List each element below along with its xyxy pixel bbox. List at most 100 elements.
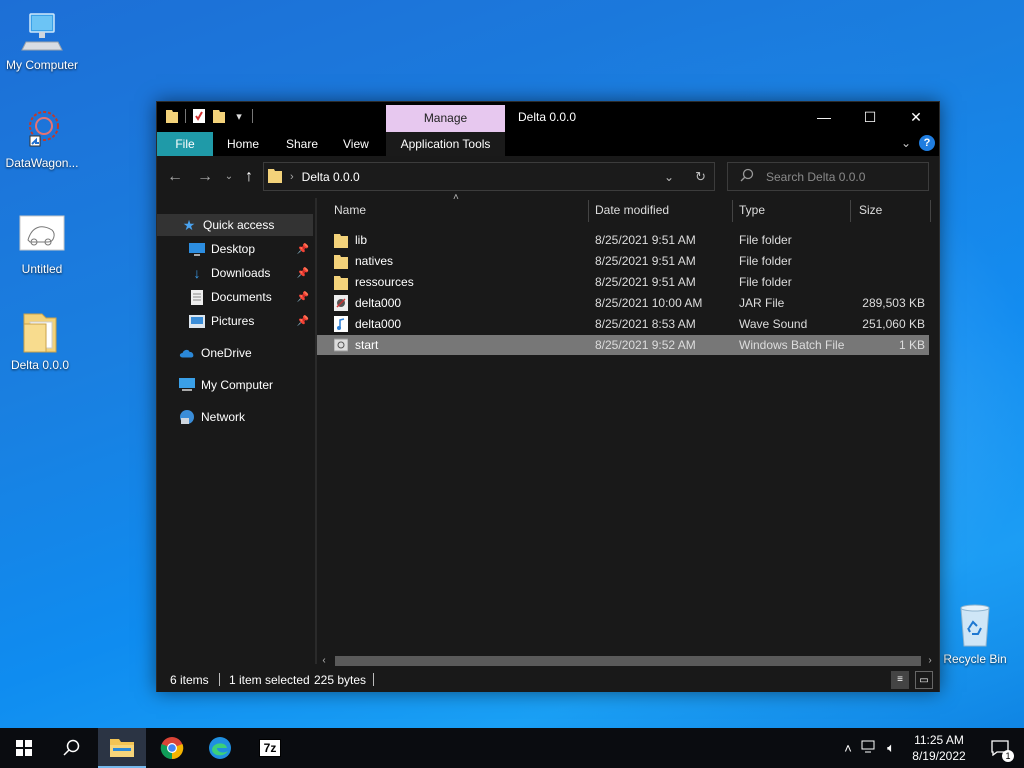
- nav-item-label: My Computer: [201, 378, 274, 392]
- network-icon[interactable]: [858, 740, 880, 757]
- desktop-icon-untitled[interactable]: Untitled: [0, 212, 84, 276]
- tab-view[interactable]: View: [331, 132, 381, 156]
- address-dropdown-icon[interactable]: ⌄: [664, 170, 674, 184]
- pin-icon[interactable]: 📌: [297, 244, 309, 255]
- new-folder-icon[interactable]: [212, 108, 226, 124]
- download-arrow-icon: ↓: [193, 265, 201, 281]
- column-header-type[interactable]: Type: [734, 198, 850, 222]
- file-row-selected[interactable]: start 8/25/2021 9:52 AM Windows Batch Fi…: [317, 335, 929, 355]
- nav-item-downloads[interactable]: ↓ Downloads 📌: [157, 262, 313, 284]
- desktop-icon-recycle-bin[interactable]: Recycle Bin: [933, 602, 1017, 666]
- scroll-left-icon[interactable]: ‹: [317, 654, 331, 668]
- tab-share[interactable]: Share: [274, 132, 330, 156]
- nav-item-label: OneDrive: [201, 346, 252, 360]
- taskbar-edge[interactable]: [196, 728, 244, 768]
- search-box[interactable]: [727, 162, 929, 191]
- show-hidden-icons-icon[interactable]: ˄: [838, 741, 858, 756]
- refresh-icon[interactable]: ↻: [695, 169, 706, 185]
- folder-icon: [165, 108, 179, 124]
- file-row[interactable]: lib 8/25/2021 9:51 AM File folder: [329, 230, 929, 250]
- file-size: [849, 230, 925, 250]
- file-name: start: [355, 338, 379, 352]
- address-bar[interactable]: › Delta 0.0.0 ⌄ ↻: [263, 162, 715, 191]
- customize-toolbar-icon[interactable]: ▾: [232, 108, 246, 124]
- clock[interactable]: 11:25 AM 8/19/2022: [904, 732, 974, 764]
- computer-icon: [18, 8, 66, 56]
- column-divider[interactable]: [850, 200, 851, 222]
- details-view-icon[interactable]: ≡: [891, 671, 909, 689]
- taskbar-chrome[interactable]: [148, 728, 196, 768]
- column-header-date[interactable]: Date modified: [590, 198, 732, 222]
- pin-icon[interactable]: 📌: [297, 316, 309, 327]
- pane-splitter[interactable]: [315, 198, 317, 664]
- desktop-icon-datawagon[interactable]: DataWagon...: [0, 106, 84, 170]
- taskbar-7zip[interactable]: 7z: [246, 728, 294, 768]
- file-row[interactable]: delta000 8/25/2021 10:00 AM JAR File 289…: [329, 293, 929, 313]
- breadcrumb-chevron-icon[interactable]: ›: [290, 171, 294, 183]
- minimize-button[interactable]: —: [801, 102, 847, 132]
- up-arrow-icon[interactable]: ↑: [239, 167, 259, 187]
- tab-manage[interactable]: Manage: [386, 105, 505, 132]
- nav-item-documents[interactable]: Documents 📌: [157, 286, 313, 308]
- address-path[interactable]: Delta 0.0.0: [302, 170, 360, 184]
- action-center-button[interactable]: 1: [976, 728, 1024, 768]
- search-button[interactable]: [48, 728, 96, 768]
- clock-date: 8/19/2022: [912, 749, 966, 763]
- large-icons-view-icon[interactable]: ▭: [915, 671, 933, 689]
- file-row[interactable]: ressources 8/25/2021 9:51 AM File folder: [329, 272, 929, 292]
- tab-file[interactable]: File: [157, 132, 213, 156]
- pin-icon[interactable]: 📌: [297, 268, 309, 279]
- nav-item-desktop[interactable]: Desktop 📌: [157, 238, 313, 260]
- maximize-button[interactable]: ☐: [847, 102, 893, 132]
- column-divider[interactable]: [732, 200, 733, 222]
- scrollbar-thumb[interactable]: [335, 656, 921, 666]
- quick-access-toolbar: ▾: [165, 108, 253, 124]
- close-button[interactable]: ✕: [893, 102, 939, 132]
- column-header-size[interactable]: Size: [854, 198, 930, 222]
- start-button[interactable]: [0, 728, 48, 768]
- expand-ribbon-icon[interactable]: ⌄: [901, 136, 911, 150]
- column-divider[interactable]: [588, 200, 589, 222]
- edge-icon: [209, 737, 231, 759]
- toolbar-separator: [252, 109, 253, 123]
- help-icon[interactable]: ?: [919, 135, 935, 151]
- taskbar-file-explorer[interactable]: [98, 728, 146, 768]
- nav-item-pictures[interactable]: Pictures 📌: [157, 310, 313, 332]
- recent-locations-icon[interactable]: ⌄: [219, 167, 239, 187]
- tab-application-tools[interactable]: Application Tools: [386, 132, 505, 156]
- title-bar: ▾ Manage Delta 0.0.0 — ☐ ✕: [157, 102, 939, 132]
- nav-item-network[interactable]: Network: [157, 406, 313, 428]
- scroll-right-icon[interactable]: ›: [923, 654, 937, 668]
- file-row[interactable]: delta000 8/25/2021 8:53 AM Wave Sound 25…: [329, 314, 929, 334]
- file-name: delta000: [355, 317, 402, 331]
- nav-item-onedrive[interactable]: OneDrive: [157, 342, 313, 364]
- desktop-icon: [189, 241, 205, 257]
- forward-arrow-icon[interactable]: →: [195, 167, 215, 187]
- address-row: ← → ⌄ ↑ › Delta 0.0.0 ⌄ ↻: [157, 156, 939, 198]
- nav-item-quick-access[interactable]: ★ Quick access: [157, 214, 313, 236]
- computer-icon: [179, 377, 195, 393]
- properties-icon[interactable]: [192, 108, 206, 124]
- datawagon-shortcut-icon: [18, 106, 66, 154]
- folder-icon: [268, 167, 282, 186]
- tab-home[interactable]: Home: [215, 132, 271, 156]
- file-row[interactable]: natives 8/25/2021 9:51 AM File folder: [329, 251, 929, 271]
- horizontal-scrollbar[interactable]: ‹ ›: [317, 654, 939, 668]
- nav-item-label: Pictures: [211, 314, 255, 328]
- desktop-icon-delta-folder[interactable]: Delta 0.0.0: [0, 308, 82, 372]
- file-name: lib: [355, 233, 368, 247]
- nav-item-my-computer[interactable]: My Computer: [157, 374, 313, 396]
- column-header-name[interactable]: Name: [329, 198, 587, 222]
- file-explorer-icon: [110, 739, 134, 757]
- pin-icon[interactable]: 📌: [297, 292, 309, 303]
- selection-count: 1 item selected: [229, 673, 310, 687]
- search-icon: [63, 739, 80, 756]
- column-divider[interactable]: [930, 200, 931, 222]
- file-size: [849, 251, 925, 271]
- volume-icon[interactable]: 🔈︎: [880, 740, 902, 756]
- back-arrow-icon[interactable]: ←: [165, 167, 185, 187]
- document-icon: [189, 289, 205, 305]
- desktop-icon-my-computer[interactable]: My Computer: [0, 8, 84, 72]
- file-type: File folder: [739, 254, 792, 268]
- search-input[interactable]: [766, 169, 916, 184]
